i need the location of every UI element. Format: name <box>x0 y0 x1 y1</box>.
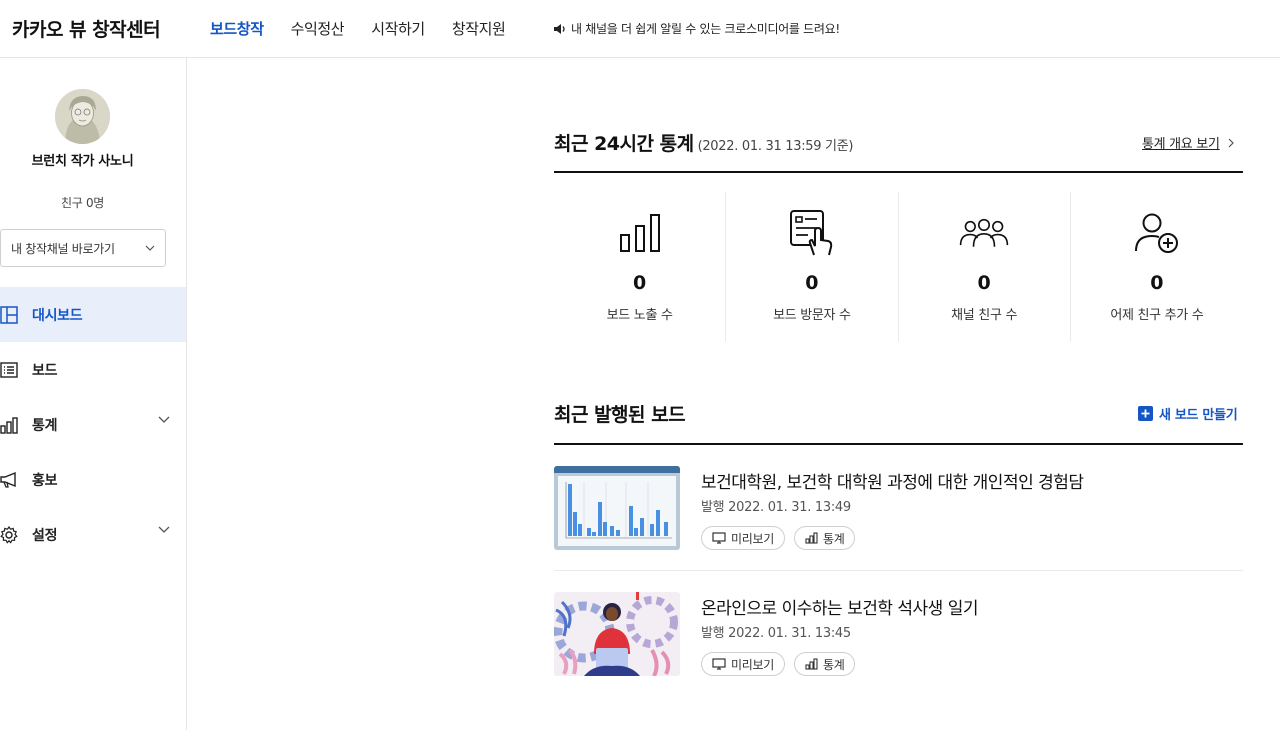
sidebar-item-label: 홍보 <box>32 472 58 489</box>
sidebar-item-label: 대시보드 <box>32 307 83 324</box>
main-nav: 보드창작 수익정산 시작하기 창작지원 <box>210 18 532 39</box>
sidebar-item-label: 설정 <box>32 527 58 544</box>
sidebar-menu: 대시보드 보드 통계 홍보 설정 <box>0 287 186 562</box>
monitor-icon <box>712 658 726 670</box>
sidebar-item-board[interactable]: 보드 <box>0 342 186 397</box>
post-title[interactable]: 보건대학원, 보건학 대학원 과정에 대한 개인적인 경험담 <box>701 468 1084 493</box>
add-user-icon <box>1132 208 1182 258</box>
chevron-down-icon <box>145 245 155 251</box>
stat-card-visitors: 0 보드 방문자 수 <box>726 192 899 342</box>
notice-text: 내 채널을 더 쉽게 알릴 수 있는 크로스미디어를 드려요! <box>571 22 840 36</box>
preview-label: 미리보기 <box>731 531 774 546</box>
post-actions: 미리보기 통계 <box>701 526 864 550</box>
bar-chart-icon <box>0 415 20 435</box>
profile-name: 브런치 작가 사노니 <box>31 154 134 169</box>
stat-value: 0 <box>977 272 991 294</box>
recent-boards-title: 최근 발행된 보드 <box>554 404 686 426</box>
stat-card-channel-friends: 0 채널 친구 수 <box>899 192 1071 342</box>
megaphone-icon <box>0 470 20 490</box>
post-title[interactable]: 온라인으로 이수하는 보건학 석사생 일기 <box>701 594 979 619</box>
stats-button[interactable]: 통계 <box>793 526 856 550</box>
app-logo[interactable]: 카카오 뷰 창작센터 <box>12 15 161 42</box>
stat-card-new-friends: 0 어제 친구 추가 수 <box>1071 192 1243 342</box>
stats-timestamp: (2022. 01. 31 13:59 기준) <box>697 139 854 154</box>
list-icon <box>0 360 20 380</box>
boards-divider <box>554 443 1243 445</box>
stats-button[interactable]: 통계 <box>793 652 856 676</box>
monitor-icon <box>712 532 726 544</box>
post-thumbnail[interactable] <box>554 592 680 676</box>
bar-chart-icon <box>805 658 818 670</box>
stat-value: 0 <box>805 272 819 294</box>
sidebar-item-label: 통계 <box>32 417 58 434</box>
stats-title: 최근 24시간 통계 <box>554 133 694 155</box>
stat-label: 채널 친구 수 <box>951 308 1018 323</box>
friends-count: 친구 0명 <box>60 196 105 210</box>
plus-square-icon <box>1138 406 1153 421</box>
post-actions: 미리보기 통계 <box>701 652 864 676</box>
channel-select-label: 내 창작채널 바로가기 <box>11 241 115 256</box>
stat-card-impressions: 0 보드 노출 수 <box>554 192 727 342</box>
stats-divider <box>554 171 1243 173</box>
post-divider <box>554 570 1243 571</box>
sidebar-item-label: 보드 <box>32 362 58 379</box>
nav-start[interactable]: 시작하기 <box>371 18 425 39</box>
top-bar: 카카오 뷰 창작센터 보드창작 수익정산 시작하기 창작지원 내 채널을 더 쉽… <box>0 0 1280 58</box>
notice-banner[interactable]: 내 채널을 더 쉽게 알릴 수 있는 크로스미디어를 드려요! <box>553 20 840 37</box>
bar-chart-icon <box>805 532 818 544</box>
stat-label: 어제 친구 추가 수 <box>1110 308 1204 323</box>
sidebar-item-promo[interactable]: 홍보 <box>0 452 186 507</box>
stat-label: 보드 방문자 수 <box>773 308 851 323</box>
stats-label: 통계 <box>822 657 845 672</box>
chevron-down-icon[interactable] <box>158 416 170 424</box>
sidebar: 브런치 작가 사노니 친구 0명 내 창작채널 바로가기 대시보드 보드 통계 <box>0 58 187 730</box>
nav-revenue[interactable]: 수익정산 <box>291 18 345 39</box>
stats-section-title: 최근 24시간 통계 (2022. 01. 31 13:59 기준) <box>554 129 853 156</box>
tap-document-icon <box>787 208 837 258</box>
preview-label: 미리보기 <box>731 657 774 672</box>
post-date: 발행 2022. 01. 31. 13:45 <box>701 626 851 641</box>
post-thumbnail[interactable] <box>554 466 680 550</box>
nav-board-create[interactable]: 보드창작 <box>210 18 264 39</box>
channel-select[interactable]: 내 창작채널 바로가기 <box>0 229 166 267</box>
stat-value: 0 <box>633 272 647 294</box>
bar-chart-icon <box>615 208 665 258</box>
new-board-label: 새 보드 만들기 <box>1159 408 1238 423</box>
stats-label: 통계 <box>822 531 845 546</box>
board-post: 온라인으로 이수하는 보건학 석사생 일기 발행 2022. 01. 31. 1… <box>554 592 1243 692</box>
stat-value: 0 <box>1150 272 1164 294</box>
board-post: 보건대학원, 보건학 대학원 과정에 대한 개인적인 경험담 발행 2022. … <box>554 466 1243 566</box>
sidebar-item-dashboard[interactable]: 대시보드 <box>0 287 186 342</box>
speaker-icon <box>554 23 565 34</box>
preview-button[interactable]: 미리보기 <box>701 526 785 550</box>
stats-overview-link[interactable]: 통계 개요 보기 <box>1142 133 1234 152</box>
group-icon <box>959 208 1009 258</box>
dashboard-icon <box>0 305 20 325</box>
nav-support[interactable]: 창작지원 <box>452 18 506 39</box>
stats-grid: 0 보드 노출 수 0 보드 방문자 수 0 채널 친구 수 0 어제 친구 추… <box>554 192 1243 342</box>
post-date: 발행 2022. 01. 31. 13:49 <box>701 500 851 515</box>
stat-label: 보드 노출 수 <box>606 308 673 323</box>
gear-icon <box>0 525 20 545</box>
preview-button[interactable]: 미리보기 <box>701 652 785 676</box>
new-board-button[interactable]: 새 보드 만들기 <box>1138 404 1238 423</box>
chevron-down-icon[interactable] <box>158 526 170 534</box>
avatar[interactable] <box>55 89 110 144</box>
sidebar-item-stats[interactable]: 통계 <box>0 397 186 452</box>
sidebar-item-settings[interactable]: 설정 <box>0 507 186 562</box>
chevron-right-icon <box>1228 138 1234 147</box>
stats-overview-label: 통계 개요 보기 <box>1142 137 1220 152</box>
